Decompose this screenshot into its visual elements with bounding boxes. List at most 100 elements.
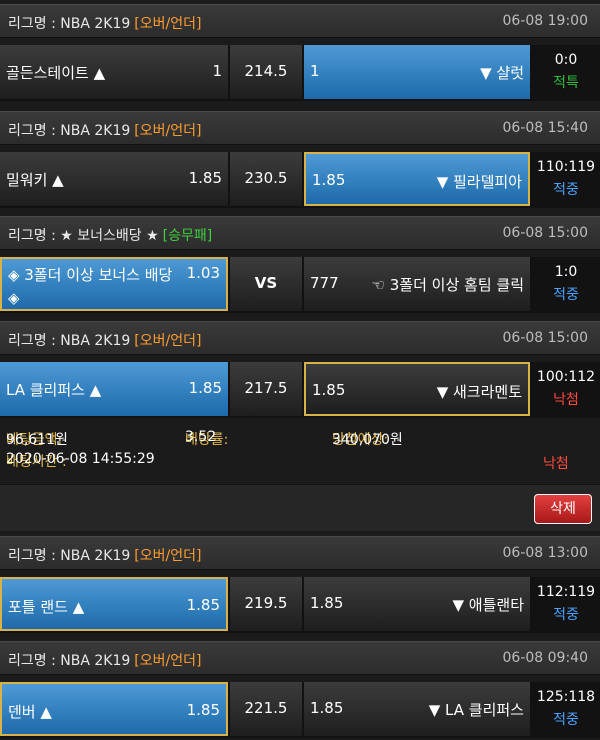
away-bet-option[interactable]: 1.85 ▼ LA 클리퍼스 bbox=[304, 682, 530, 736]
league-type: [오버/언더] bbox=[134, 16, 202, 32]
match-date: 06-08 15:40 bbox=[502, 120, 588, 136]
delete-bar: 삭제 bbox=[0, 484, 600, 531]
home-team-name-line2: ◈ bbox=[8, 289, 20, 307]
away-odds: 1.85 bbox=[310, 699, 344, 717]
line-option[interactable]: 230.5 bbox=[230, 152, 302, 206]
bet-summary: 베팅금액: 96,611원 배당률: 3.52 당첨예상: 340,070원 배… bbox=[0, 418, 600, 480]
away-bet-option[interactable]: 1 ▼ 샬럿 bbox=[304, 45, 530, 99]
home-team-name: 골든스테이트 ▲ bbox=[6, 64, 106, 82]
line-option[interactable]: 214.5 bbox=[230, 45, 302, 99]
away-odds: 1.85 bbox=[312, 171, 346, 189]
match-row: LA 클리퍼스 ▲ 1.85 217.5 1.85 ▼ 새크라멘토 100:11… bbox=[0, 362, 600, 418]
away-odds: 1 bbox=[310, 62, 320, 80]
line-option[interactable]: 217.5 bbox=[230, 362, 302, 416]
status-badge: 적특 bbox=[553, 75, 579, 91]
status-badge: 적중 bbox=[553, 712, 579, 728]
score: 0:0 bbox=[554, 52, 578, 68]
away-bet-option[interactable]: 1.85 ▼ 새크라멘토 bbox=[304, 362, 530, 416]
match-row: 덴버 ▲ 1.85 221.5 1.85 ▼ LA 클리퍼스 125:118 적… bbox=[0, 682, 600, 738]
league-header: 리그명 : NBA 2K19 [오버/언더] 06-08 19:00 bbox=[0, 4, 600, 38]
league-type: [승무패] bbox=[162, 228, 213, 244]
league-header: 리그명 : NBA 2K19 [오버/언더] 06-08 15:00 bbox=[0, 321, 600, 355]
result-cell: 0:0 적특 bbox=[532, 45, 600, 99]
line-value: 217.5 bbox=[244, 379, 288, 397]
match-row: 골든스테이트 ▲ 1 214.5 1 ▼ 샬럿 0:0 적특 bbox=[0, 45, 600, 101]
home-odds: 1.03 bbox=[186, 264, 220, 282]
match-date: 06-08 15:00 bbox=[502, 225, 588, 241]
home-team-name: LA 클리퍼스 ▲ bbox=[6, 381, 102, 399]
score: 125:118 bbox=[536, 689, 596, 705]
versus-option[interactable]: VS bbox=[230, 257, 302, 311]
versus-label: VS bbox=[254, 274, 278, 292]
line-option[interactable]: 221.5 bbox=[230, 682, 302, 736]
match-date: 06-08 15:00 bbox=[502, 330, 588, 346]
home-bet-option[interactable]: 밀워키 ▲ 1.85 bbox=[0, 152, 228, 206]
line-value: 214.5 bbox=[244, 62, 288, 80]
league-name: 리그명 : NBA 2K19 [오버/언더] bbox=[8, 653, 202, 669]
score: 112:119 bbox=[536, 584, 596, 600]
home-team-name: 밀워키 ▲ bbox=[6, 171, 64, 189]
away-bet-option[interactable]: 1.85 ▼ 애틀랜타 bbox=[304, 577, 530, 631]
league-header: 리그명 : NBA 2K19 [오버/언더] 06-08 15:40 bbox=[0, 111, 600, 145]
result-cell: 110:119 적중 bbox=[532, 152, 600, 206]
away-team-name: ▼ 애틀랜타 bbox=[452, 596, 524, 614]
away-team-name: ▼ 샬럿 bbox=[480, 64, 524, 82]
away-team-name: ▼ 새크라멘토 bbox=[436, 383, 522, 401]
home-bet-option[interactable]: 포틀 랜드 ▲ 1.85 bbox=[0, 577, 228, 631]
home-team-name: 포틀 랜드 ▲ bbox=[8, 598, 85, 616]
result-cell: 112:119 적중 bbox=[532, 577, 600, 631]
match-date: 06-08 09:40 bbox=[502, 650, 588, 666]
score: 1:0 bbox=[554, 264, 578, 280]
league-type: [오버/언더] bbox=[134, 123, 202, 139]
away-bet-option[interactable]: 777 ☜ 3폴더 이상 홈팀 클릭 bbox=[304, 257, 530, 311]
line-value: 221.5 bbox=[244, 699, 288, 717]
home-odds: 1.85 bbox=[186, 701, 220, 719]
delete-button[interactable]: 삭제 bbox=[534, 494, 592, 524]
match-date: 06-08 19:00 bbox=[502, 13, 588, 29]
home-odds: 1.85 bbox=[186, 596, 220, 614]
result-cell: 125:118 적중 bbox=[532, 682, 600, 736]
away-team-name: ▼ LA 클리퍼스 bbox=[428, 701, 524, 719]
league-name: 리그명 : NBA 2K19 [오버/언더] bbox=[8, 123, 202, 139]
league-header: 리그명 : ★ 보너스배당 ★ [승무패] 06-08 15:00 bbox=[0, 216, 600, 250]
away-bet-option[interactable]: 1.85 ▼ 필라델피아 bbox=[304, 152, 530, 206]
home-team-name: 덴버 ▲ bbox=[8, 703, 52, 721]
away-odds: 1.85 bbox=[310, 594, 344, 612]
away-team-name: ▼ 필라델피아 bbox=[436, 173, 522, 191]
match-date: 06-08 13:00 bbox=[502, 545, 588, 561]
line-value: 230.5 bbox=[244, 169, 288, 187]
home-bet-option[interactable]: LA 클리퍼스 ▲ 1.85 bbox=[0, 362, 228, 416]
score: 110:119 bbox=[536, 159, 596, 175]
league-header: 리그명 : NBA 2K19 [오버/언더] 06-08 09:40 bbox=[0, 641, 600, 675]
status-badge: 적중 bbox=[553, 287, 579, 303]
match-row: ◈ 3폴더 이상 보너스 배당 ◈ 1.03 VS 777 ☜ 3폴더 이상 홈… bbox=[0, 257, 600, 313]
league-type: [오버/언더] bbox=[134, 548, 202, 564]
away-team-name: ☜ 3폴더 이상 홈팀 클릭 bbox=[371, 276, 524, 294]
bet-result-badge: 낙첨 bbox=[543, 456, 569, 472]
match-row: 포틀 랜드 ▲ 1.85 219.5 1.85 ▼ 애틀랜타 112:119 적… bbox=[0, 577, 600, 633]
league-type: [오버/언더] bbox=[134, 653, 202, 669]
home-odds: 1.85 bbox=[188, 379, 222, 397]
league-name: 리그명 : NBA 2K19 [오버/언더] bbox=[8, 333, 202, 349]
league-name: 리그명 : ★ 보너스배당 ★ [승무패] bbox=[8, 228, 213, 244]
status-badge: 적중 bbox=[553, 182, 579, 198]
status-badge: 낙첨 bbox=[553, 392, 579, 408]
home-bet-option[interactable]: 덴버 ▲ 1.85 bbox=[0, 682, 228, 736]
home-bet-option[interactable]: ◈ 3폴더 이상 보너스 배당 ◈ 1.03 bbox=[0, 257, 228, 311]
league-name: 리그명 : NBA 2K19 [오버/언더] bbox=[8, 16, 202, 32]
line-value: 219.5 bbox=[244, 594, 288, 612]
league-header: 리그명 : NBA 2K19 [오버/언더] 06-08 13:00 bbox=[0, 536, 600, 570]
away-odds: 777 bbox=[310, 274, 339, 292]
line-option[interactable]: 219.5 bbox=[230, 577, 302, 631]
away-odds: 1.85 bbox=[312, 381, 346, 399]
home-team-name: ◈ 3폴더 이상 보너스 배당 bbox=[8, 266, 173, 284]
home-odds: 1 bbox=[212, 62, 222, 80]
result-cell: 1:0 적중 bbox=[532, 257, 600, 311]
league-name: 리그명 : NBA 2K19 [오버/언더] bbox=[8, 548, 202, 564]
status-badge: 적중 bbox=[553, 607, 579, 623]
home-odds: 1.85 bbox=[188, 169, 222, 187]
home-bet-option[interactable]: 골든스테이트 ▲ 1 bbox=[0, 45, 228, 99]
league-type: [오버/언더] bbox=[134, 333, 202, 349]
score: 100:112 bbox=[536, 369, 596, 385]
result-cell: 100:112 낙첨 bbox=[532, 362, 600, 416]
